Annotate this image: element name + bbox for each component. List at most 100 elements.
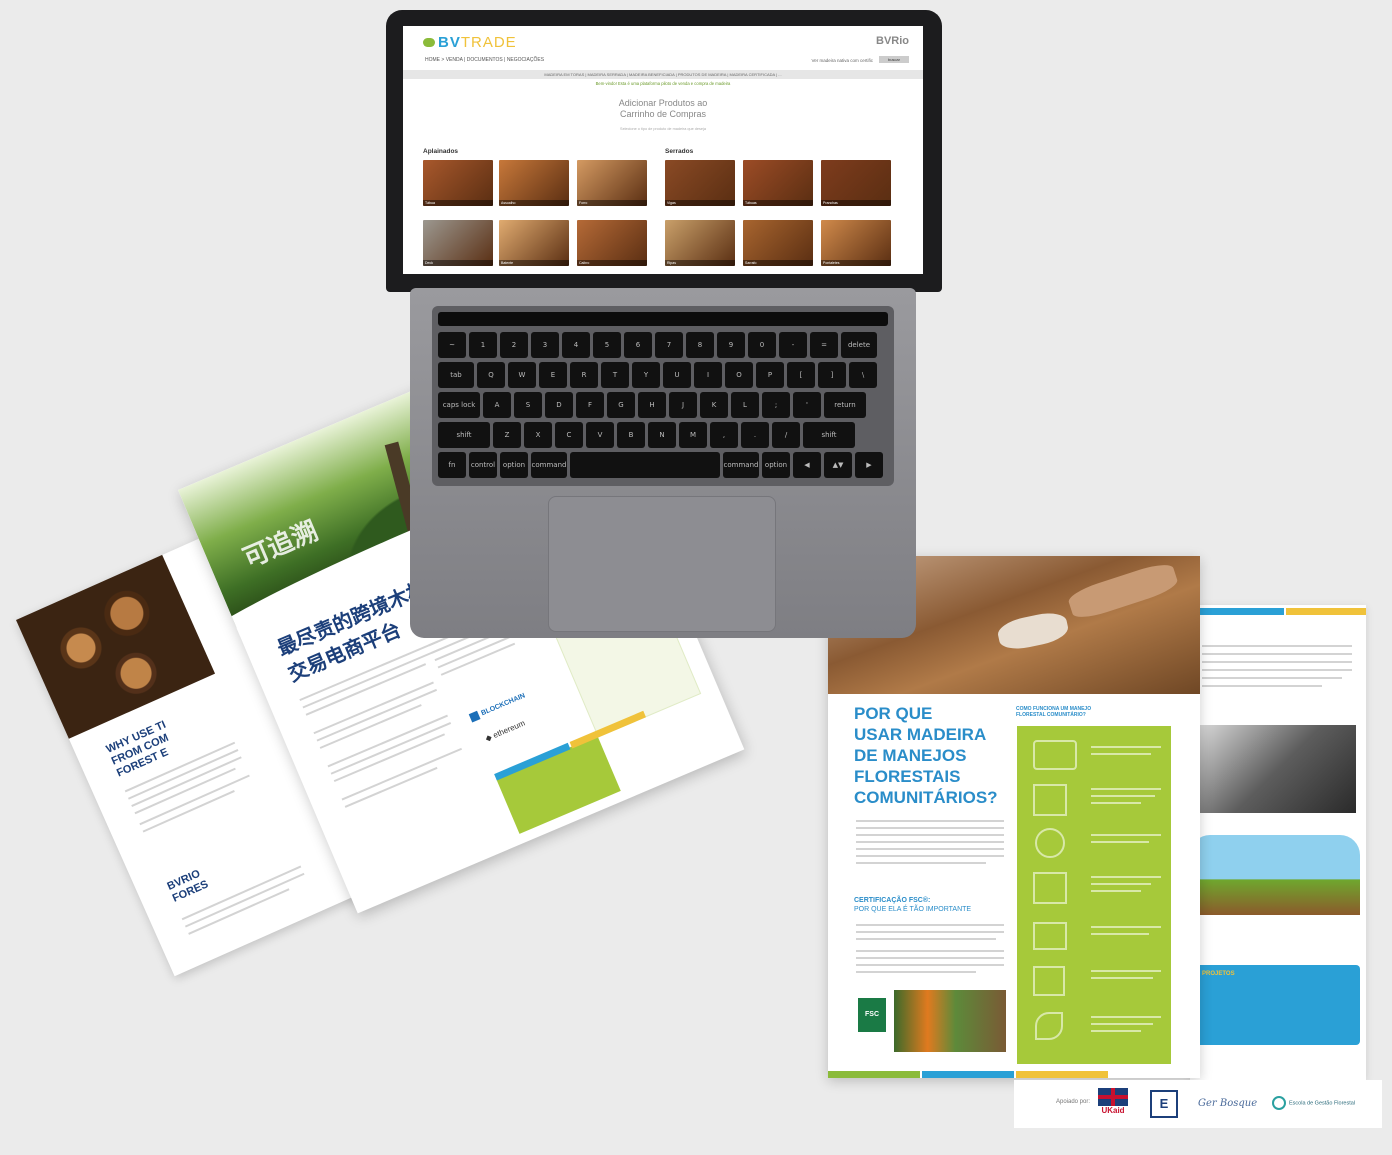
key[interactable]: ◀ xyxy=(793,452,821,478)
key[interactable]: E xyxy=(539,362,567,388)
key[interactable]: C xyxy=(555,422,583,448)
key[interactable]: [ xyxy=(787,362,815,388)
key[interactable]: W xyxy=(508,362,536,388)
page-heading: Adicionar Produtos ao Carrinho de Compra… xyxy=(618,98,708,119)
key[interactable]: . xyxy=(741,422,769,448)
space-key[interactable] xyxy=(570,452,720,478)
key[interactable]: S xyxy=(514,392,542,418)
key[interactable]: N xyxy=(648,422,676,448)
key[interactable]: I xyxy=(694,362,722,388)
key[interactable]: ; xyxy=(762,392,790,418)
key[interactable]: return xyxy=(824,392,866,418)
product-tile[interactable]: Ripas xyxy=(665,220,735,266)
key[interactable]: option xyxy=(500,452,528,478)
product-tile[interactable]: Pranchas xyxy=(821,160,891,206)
product-tile[interactable]: Tábua xyxy=(423,160,493,206)
key[interactable]: tab xyxy=(438,362,474,388)
key[interactable]: fn xyxy=(438,452,466,478)
key[interactable]: command xyxy=(531,452,567,478)
product-tile[interactable]: Assoalho xyxy=(499,160,569,206)
product-tile[interactable]: Pontaletes xyxy=(821,220,891,266)
key[interactable]: caps lock xyxy=(438,392,480,418)
key[interactable]: B xyxy=(617,422,645,448)
arm-shape xyxy=(1066,559,1180,623)
key[interactable]: V xyxy=(586,422,614,448)
key[interactable]: D xyxy=(545,392,573,418)
key[interactable]: ▲▼ xyxy=(824,452,852,478)
search-input[interactable]: Ver madeira nativa com certific xyxy=(811,58,873,63)
key[interactable]: 1 xyxy=(469,332,497,358)
category-menu[interactable]: MADEIRA EM TORAS | MADEIRA SERRADA | MAD… xyxy=(403,70,923,79)
product-tile[interactable]: Tábuas xyxy=(743,160,813,206)
key[interactable]: J xyxy=(669,392,697,418)
key[interactable]: 4 xyxy=(562,332,590,358)
product-tile[interactable]: Deck xyxy=(423,220,493,266)
key[interactable]: shift xyxy=(438,422,490,448)
product-tile[interactable]: Vigas xyxy=(665,160,735,206)
circle-icon xyxy=(1272,1096,1286,1110)
key[interactable]: R xyxy=(570,362,598,388)
key[interactable]: X xyxy=(524,422,552,448)
key[interactable]: = xyxy=(810,332,838,358)
key[interactable]: ▶ xyxy=(855,452,883,478)
product-tile-label: Deck xyxy=(423,260,493,266)
uk-flag-icon xyxy=(1098,1088,1128,1106)
key[interactable]: 8 xyxy=(686,332,714,358)
key[interactable]: 7 xyxy=(655,332,683,358)
key[interactable]: 6 xyxy=(624,332,652,358)
key[interactable]: / xyxy=(772,422,800,448)
product-tile-label: Caibro xyxy=(577,260,647,266)
key[interactable]: U xyxy=(663,362,691,388)
key[interactable]: ' xyxy=(793,392,821,418)
key[interactable]: H xyxy=(638,392,666,418)
key[interactable]: A xyxy=(483,392,511,418)
product-tile-label: Pranchas xyxy=(821,200,891,206)
product-tile[interactable]: Forro xyxy=(577,160,647,206)
key[interactable]: 0 xyxy=(748,332,776,358)
key[interactable]: option xyxy=(762,452,790,478)
leaf-icon xyxy=(423,38,435,47)
bvtrade-logo[interactable]: BVTRADE xyxy=(423,34,517,51)
key[interactable]: 3 xyxy=(531,332,559,358)
hierarchy-icon xyxy=(1033,784,1067,816)
rb-title-line4: FLORESTAIS xyxy=(854,767,961,786)
laptop-screen: BVTRADE BVRio HOME > VENDA | DOCUMENTOS … xyxy=(403,26,923,274)
key[interactable]: G xyxy=(607,392,635,418)
rb-cert-line2: POR QUE ELA É TÃO IMPORTANTE xyxy=(854,906,972,913)
key[interactable]: ~ xyxy=(438,332,466,358)
breadcrumb-nav[interactable]: HOME > VENDA | DOCUMENTOS | NEGOCIAÇÕES xyxy=(425,57,544,63)
product-tile-label: Assoalho xyxy=(499,200,569,206)
key[interactable]: delete xyxy=(841,332,877,358)
map-icon xyxy=(1033,872,1067,904)
key[interactable]: P xyxy=(756,362,784,388)
key[interactable]: control xyxy=(469,452,497,478)
search-button[interactable]: buscar xyxy=(879,56,909,63)
key[interactable]: K xyxy=(700,392,728,418)
leaf-icon xyxy=(1035,1012,1063,1040)
key[interactable]: F xyxy=(576,392,604,418)
bvrio-logo[interactable]: BVRio xyxy=(876,35,909,47)
community-forest-panel xyxy=(1017,726,1171,1064)
key[interactable]: T xyxy=(601,362,629,388)
key[interactable]: L xyxy=(731,392,759,418)
blue-box-title: PROJETOS xyxy=(1202,971,1235,977)
product-tile[interactable]: Batente xyxy=(499,220,569,266)
key[interactable]: M xyxy=(679,422,707,448)
key[interactable]: Q xyxy=(477,362,505,388)
key[interactable]: shift xyxy=(803,422,855,448)
key[interactable]: Y xyxy=(632,362,660,388)
product-tile[interactable]: Caibro xyxy=(577,220,647,266)
key[interactable]: \ xyxy=(849,362,877,388)
touch-bar[interactable] xyxy=(438,312,888,326)
key[interactable]: - xyxy=(779,332,807,358)
key[interactable]: 2 xyxy=(500,332,528,358)
product-tile[interactable]: Sarrafo xyxy=(743,220,813,266)
key[interactable]: ] xyxy=(818,362,846,388)
key[interactable]: 9 xyxy=(717,332,745,358)
key[interactable]: 5 xyxy=(593,332,621,358)
key[interactable]: , xyxy=(710,422,738,448)
key[interactable]: command xyxy=(723,452,759,478)
trackpad[interactable] xyxy=(548,496,776,632)
key[interactable]: Z xyxy=(493,422,521,448)
key[interactable]: O xyxy=(725,362,753,388)
